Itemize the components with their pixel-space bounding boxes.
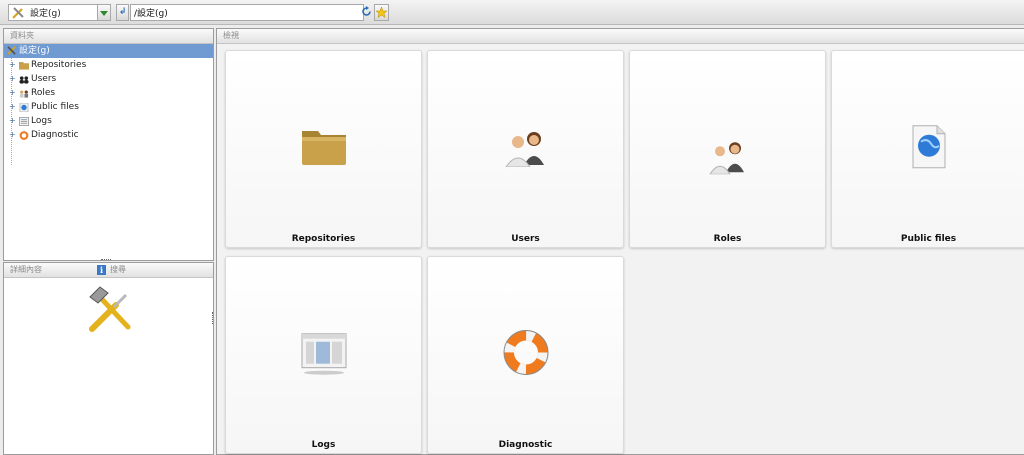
top-toolbar: 設定(g) ↲ — [0, 0, 1024, 25]
logs-icon — [19, 117, 29, 126]
tile-logs[interactable]: Logs — [225, 256, 422, 454]
tree-item-label: Public files — [31, 102, 79, 112]
tools-icon — [12, 6, 24, 19]
star-icon — [375, 6, 388, 19]
search-tab[interactable]: 搜尋 — [110, 263, 126, 277]
parent-folder-button[interactable]: ↲ — [116, 4, 129, 21]
expand-icon[interactable]: + — [9, 58, 16, 72]
roles-icon — [708, 142, 744, 175]
expand-icon[interactable]: + — [9, 86, 16, 100]
main-panel-title: 檢視 — [217, 29, 1024, 44]
tree-item-label: Repositories — [31, 60, 87, 70]
workspace-dropdown-button[interactable] — [97, 4, 111, 21]
tile-public-files[interactable]: Public files — [831, 50, 1024, 248]
tile-label: Roles — [713, 234, 742, 244]
tree-item-repositories[interactable]: + Repositories — [4, 58, 213, 72]
folder-tree: 設定(g) + Repositories + Users + Roles + P… — [4, 44, 213, 165]
users-icon — [19, 76, 29, 84]
roles-icon — [19, 90, 29, 98]
tile-label: Users — [511, 234, 540, 244]
workspace-label: 設定(g) — [30, 9, 61, 19]
bookmark-button[interactable] — [374, 4, 389, 21]
folder-icon — [301, 131, 346, 165]
tree-item-label: 設定(g) — [19, 46, 50, 56]
tile-diagnostic[interactable]: Diagnostic — [427, 256, 624, 454]
expand-icon[interactable]: + — [9, 72, 16, 86]
details-panel-header: 詳細內容 i 搜尋 — [4, 263, 213, 278]
tools-icon — [89, 286, 131, 332]
tile-label: Repositories — [291, 234, 356, 244]
tree-item-users[interactable]: + Users — [4, 72, 213, 86]
expand-icon[interactable]: + — [9, 114, 16, 128]
public-files-icon — [19, 103, 29, 112]
tile-users[interactable]: Users — [427, 50, 624, 248]
folders-panel: 資料夾 設定(g) + Repositories + Users + Roles… — [3, 28, 214, 261]
tree-item-label: Roles — [31, 88, 56, 98]
lifebuoy-icon — [503, 330, 548, 375]
details-tab[interactable]: 詳細內容 — [10, 265, 42, 274]
info-icon: i — [97, 265, 106, 275]
workspace-select[interactable]: 設定(g) — [8, 4, 98, 21]
tree-item-diagnostic[interactable]: + Diagnostic — [4, 128, 213, 142]
tile-label: Public files — [900, 234, 957, 244]
expand-icon[interactable]: + — [9, 100, 16, 114]
tile-label: Diagnostic — [498, 440, 553, 450]
tree-item-label: Users — [31, 74, 57, 84]
tile-label: Logs — [311, 440, 336, 450]
refresh-icon[interactable] — [361, 6, 372, 17]
tree-item-root[interactable]: 設定(g) — [4, 44, 213, 58]
path-input[interactable] — [130, 4, 364, 21]
lifebuoy-icon — [19, 131, 29, 140]
tile-roles[interactable]: Roles — [629, 50, 826, 248]
tile-repositories[interactable]: Repositories — [225, 50, 422, 248]
logs-icon — [301, 333, 346, 375]
public-files-icon — [912, 125, 945, 169]
folder-icon — [19, 62, 29, 70]
expand-icon[interactable]: + — [9, 128, 16, 142]
tree-item-roles[interactable]: + Roles — [4, 86, 213, 100]
tree-item-logs[interactable]: + Logs — [4, 114, 213, 128]
users-icon — [504, 132, 544, 167]
tree-item-public-files[interactable]: + Public files — [4, 100, 213, 114]
tree-item-label: Diagnostic — [31, 130, 79, 140]
details-panel: 詳細內容 i 搜尋 — [3, 262, 214, 455]
folders-panel-title: 資料夾 — [4, 29, 213, 44]
tree-item-label: Logs — [31, 116, 52, 126]
tools-icon — [7, 46, 16, 55]
